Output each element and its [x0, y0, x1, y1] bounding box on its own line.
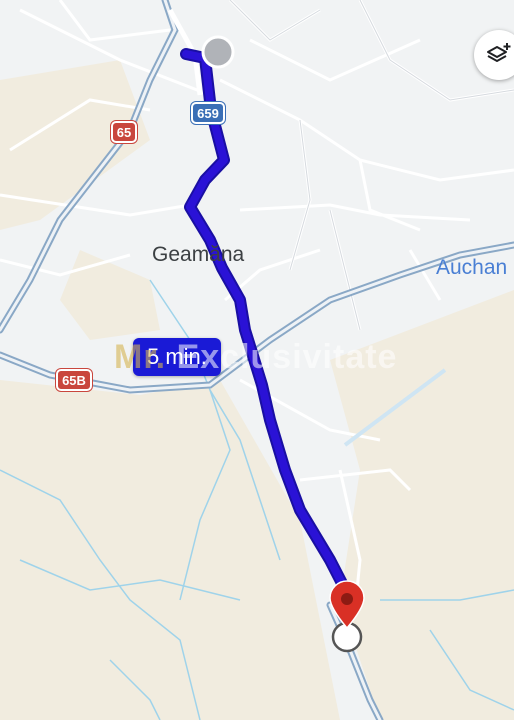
- route-duration-badge[interactable]: 5 min.: [133, 338, 221, 376]
- road-shield-65: 65: [111, 121, 137, 143]
- origin-marker[interactable]: [201, 35, 235, 69]
- layers-icon: [487, 43, 511, 62]
- road-shield-65b: 65B: [56, 369, 92, 391]
- map-canvas[interactable]: [0, 0, 514, 720]
- road-shield-659: 659: [191, 102, 225, 124]
- place-label: Geamăna: [152, 243, 245, 266]
- poi-label[interactable]: Auchan: [436, 256, 507, 280]
- map-view[interactable]: Geamăna Auchan 65 65B 659 5 min. Mr. Exc…: [0, 0, 514, 720]
